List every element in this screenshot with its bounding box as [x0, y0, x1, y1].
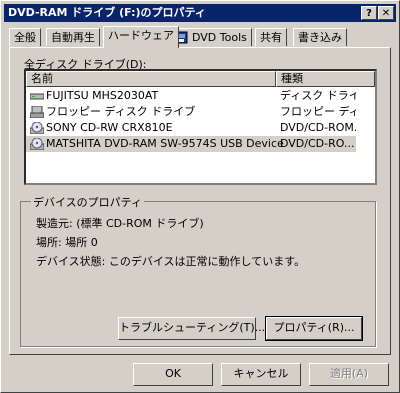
- list-item-selected[interactable]: MATSHITA DVD-RAM SW-9574S USB Device DVD…: [26, 136, 356, 152]
- list-item[interactable]: FUJITSU MHS2030AT ディスク ドライブ: [26, 88, 356, 104]
- tab-hardware-label: ハードウェア: [108, 29, 174, 42]
- title-bar[interactable]: DVD-RAM ドライブ (F:)のプロパティ ? ✕: [4, 4, 396, 22]
- column-header-type-label: 種類: [281, 72, 303, 85]
- device-properties-button[interactable]: プロパティ(R)...: [265, 316, 363, 341]
- tab-general-label: 全般: [14, 31, 36, 44]
- device-properties-button-label: プロパティ(R)...: [273, 321, 355, 334]
- location-text: 場所: 場所 0: [36, 236, 98, 249]
- list-item-type: DVD/CD-RO...: [280, 137, 355, 150]
- close-button[interactable]: ✕: [378, 6, 394, 20]
- tab-sharing[interactable]: 共有: [255, 28, 287, 46]
- drive-list[interactable]: 名前 種類 FUJITSU MHS2030AT ディスク ドライブ フロッピー …: [24, 69, 377, 185]
- device-properties-title: デバイスのプロパティ: [31, 194, 145, 210]
- ok-button[interactable]: OK: [133, 363, 213, 386]
- list-item[interactable]: フロッピー ディスク ドライブ フロッピー ディ...: [26, 104, 356, 120]
- list-item-type: DVD/CD-ROM...: [280, 121, 356, 134]
- list-item-type: フロッピー ディ...: [280, 105, 356, 118]
- manufacturer-text: 製造元: (標準 CD-ROM ドライブ): [36, 217, 204, 230]
- tab-autoplay-label: 自動再生: [51, 31, 95, 44]
- apply-button-label: 適用(A): [329, 367, 369, 380]
- list-item[interactable]: SONY CD-RW CRX810E DVD/CD-ROM...: [26, 120, 356, 136]
- tab-general[interactable]: 全般: [9, 28, 41, 46]
- tab-hardware[interactable]: ハードウェア: [103, 26, 179, 48]
- cancel-button-label: キャンセル: [233, 367, 289, 380]
- column-header-type[interactable]: 種類: [276, 71, 375, 87]
- troubleshoot-button-label: トラブルシューティング(T)...: [119, 321, 266, 334]
- tab-recording-label: 書き込み: [298, 31, 342, 44]
- tab-dvd-tools-label: DVD Tools: [192, 31, 247, 44]
- troubleshoot-button[interactable]: トラブルシューティング(T)...: [118, 317, 265, 340]
- column-header-name-label: 名前: [31, 72, 53, 85]
- list-item-name: FUJITSU MHS2030AT: [46, 89, 159, 102]
- list-item-name: フロッピー ディスク ドライブ: [46, 105, 196, 118]
- list-item-type: ディスク ドライブ: [280, 89, 356, 102]
- help-button[interactable]: ?: [361, 6, 377, 20]
- list-item-name: MATSHITA DVD-RAM SW-9574S USB Device: [46, 137, 284, 150]
- tab-recording[interactable]: 書き込み: [293, 28, 347, 46]
- hard-disk-icon: [29, 90, 45, 102]
- cd-drive-icon: [29, 137, 45, 151]
- list-item-name: SONY CD-RW CRX810E: [46, 121, 173, 134]
- cd-drive-icon: [29, 121, 45, 135]
- tab-autoplay[interactable]: 自動再生: [46, 28, 100, 46]
- tab-sharing-label: 共有: [260, 31, 282, 44]
- tab-dvd-tools[interactable]: DVD Tools: [171, 28, 252, 46]
- device-status-text: デバイス状態: このデバイスは正常に動作しています。: [36, 255, 306, 268]
- window-title: DVD-RAM ドライブ (F:)のプロパティ: [8, 6, 206, 19]
- column-header-name[interactable]: 名前: [26, 71, 276, 87]
- apply-button[interactable]: 適用(A): [309, 363, 389, 386]
- ok-button-label: OK: [165, 367, 181, 380]
- floppy-drive-icon: [29, 105, 45, 119]
- properties-window: DVD-RAM ドライブ (F:)のプロパティ ? ✕ 全般 自動再生 ハードウ…: [0, 0, 400, 393]
- cancel-button[interactable]: キャンセル: [221, 363, 301, 386]
